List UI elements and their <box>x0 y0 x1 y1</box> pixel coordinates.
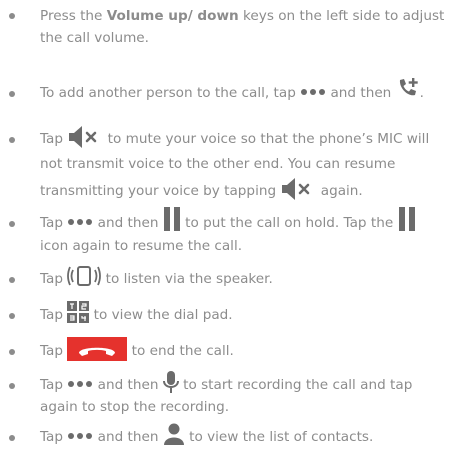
item-hold-line1: Tap and then to put the call on hold. Ta… <box>40 207 470 235</box>
more-dots-icon <box>67 218 93 226</box>
item-record-line2: again to stop the recording. <box>40 399 230 415</box>
bullet <box>9 13 15 19</box>
item-volume-line1: Press the Volume up/ down keys on the le… <box>40 8 445 24</box>
bullet <box>9 435 15 441</box>
bullet <box>9 91 15 97</box>
item-mute-line3: transmitting your voice by tapping again… <box>40 177 470 204</box>
item-mute-line1: Tap to mute your voice so that the phone… <box>40 125 470 152</box>
more-dots-icon <box>67 380 93 388</box>
item-mute-line2: not transmit voice to the other end. You… <box>40 156 396 172</box>
contact-icon <box>163 423 185 445</box>
bullet <box>9 277 15 283</box>
bullet <box>9 313 15 319</box>
mute-icon <box>280 177 316 201</box>
volume-keys-label: Volume up/ down <box>106 8 239 24</box>
add-call-icon <box>396 78 420 100</box>
bullet <box>9 137 15 143</box>
bullet <box>9 349 15 355</box>
instructions-list: Press the Volume up/ down keys on the le… <box>0 0 471 452</box>
item-volume-line2: the call volume. <box>40 30 149 46</box>
end-call-icon <box>67 337 128 361</box>
speaker-icon <box>67 265 102 287</box>
more-dots-icon <box>67 432 93 440</box>
pause-icon <box>398 207 416 231</box>
pause-icon <box>163 207 181 231</box>
mute-icon <box>67 125 103 149</box>
item-hold-line2: icon again to resume the call. <box>40 238 243 254</box>
bullet <box>9 221 15 227</box>
item-record-line1: Tap and then to start recording the call… <box>40 371 470 396</box>
more-dots-icon <box>300 88 326 96</box>
bullet <box>9 383 15 389</box>
microphone-icon <box>162 371 179 393</box>
dialpad-icon <box>67 301 90 323</box>
